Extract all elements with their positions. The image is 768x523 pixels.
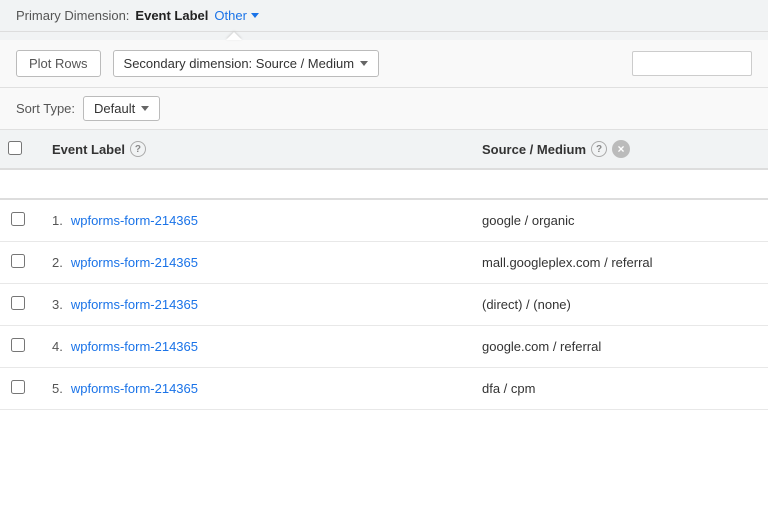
- sort-select[interactable]: Default: [83, 96, 160, 121]
- select-all-checkbox[interactable]: [8, 141, 22, 155]
- sort-chevron-icon: [141, 106, 149, 111]
- row-event-label-value[interactable]: wpforms-form-214365: [71, 339, 198, 354]
- row-source-medium-cell: dfa / cpm: [466, 368, 768, 410]
- row-checkbox[interactable]: [11, 296, 25, 310]
- secondary-dim-label: Secondary dimension: Source / Medium: [124, 56, 355, 71]
- data-table: Event Label ? Source / Medium ? × 1. wpfo…: [0, 130, 768, 410]
- row-checkbox-cell: [0, 326, 36, 368]
- row-event-label-value[interactable]: wpforms-form-214365: [71, 381, 198, 396]
- sort-default-label: Default: [94, 101, 135, 116]
- row-number: 2.: [52, 255, 63, 270]
- header-event-label: Event Label ?: [36, 130, 466, 169]
- source-medium-help-icon[interactable]: ?: [591, 141, 607, 157]
- row-source-medium-cell: (direct) / (none): [466, 284, 768, 326]
- row-number: 4.: [52, 339, 63, 354]
- table-row: 3. wpforms-form-214365 (direct) / (none): [0, 284, 768, 326]
- controls-row: Plot Rows Secondary dimension: Source / …: [0, 40, 768, 88]
- row-event-label-cell: 1. wpforms-form-214365: [36, 199, 466, 242]
- other-label: Other: [214, 8, 247, 23]
- row-source-medium-cell: mall.googleplex.com / referral: [466, 242, 768, 284]
- row-event-label-cell: 3. wpforms-form-214365: [36, 284, 466, 326]
- caret-up-icon: [226, 32, 242, 40]
- row-event-label-value[interactable]: wpforms-form-214365: [71, 297, 198, 312]
- row-event-label-value[interactable]: wpforms-form-214365: [71, 255, 198, 270]
- graph-area: [0, 169, 768, 199]
- table-row: 2. wpforms-form-214365 mall.googleplex.com…: [0, 242, 768, 284]
- row-checkbox-cell: [0, 199, 36, 242]
- primary-dimension-bar: Primary Dimension: Event Label Other: [0, 0, 768, 32]
- source-medium-close-icon[interactable]: ×: [612, 140, 630, 158]
- row-event-label-cell: 2. wpforms-form-214365: [36, 242, 466, 284]
- row-event-label-cell: 4. wpforms-form-214365: [36, 326, 466, 368]
- row-checkbox[interactable]: [11, 338, 25, 352]
- header-source-medium: Source / Medium ? ×: [466, 130, 768, 169]
- table-row: 5. wpforms-form-214365 dfa / cpm: [0, 368, 768, 410]
- secondary-dimension-select[interactable]: Secondary dimension: Source / Medium: [113, 50, 380, 77]
- secondary-dim-chevron-icon: [360, 61, 368, 66]
- primary-dimension-value: Event Label: [135, 8, 208, 23]
- table-row: 1. wpforms-form-214365 google / organic: [0, 199, 768, 242]
- row-number: 5.: [52, 381, 63, 396]
- chevron-down-icon: [251, 13, 259, 18]
- caret-up-container: [0, 32, 768, 40]
- row-checkbox-cell: [0, 368, 36, 410]
- row-checkbox[interactable]: [11, 380, 25, 394]
- row-checkbox[interactable]: [11, 254, 25, 268]
- table-header-row: Event Label ? Source / Medium ? ×: [0, 130, 768, 169]
- graph-placeholder-row: [0, 169, 768, 199]
- row-checkbox-cell: [0, 242, 36, 284]
- source-medium-col-header: Source / Medium: [482, 142, 586, 157]
- other-dropdown[interactable]: Other: [214, 8, 259, 23]
- row-event-label-cell: 5. wpforms-form-214365: [36, 368, 466, 410]
- primary-dimension-label: Primary Dimension:: [16, 8, 129, 23]
- event-label-col-header: Event Label: [52, 142, 125, 157]
- sort-type-label: Sort Type:: [16, 101, 75, 116]
- event-label-help-icon[interactable]: ?: [130, 141, 146, 157]
- row-source-medium-cell: google / organic: [466, 199, 768, 242]
- table-row: 4. wpforms-form-214365 google.com / referr…: [0, 326, 768, 368]
- search-input[interactable]: [632, 51, 752, 76]
- row-event-label-value[interactable]: wpforms-form-214365: [71, 213, 198, 228]
- sort-row: Sort Type: Default: [0, 88, 768, 130]
- row-checkbox-cell: [0, 284, 36, 326]
- row-number: 3.: [52, 297, 63, 312]
- row-number: 1.: [52, 213, 63, 228]
- row-source-medium-cell: google.com / referral: [466, 326, 768, 368]
- header-checkbox-col: [0, 130, 36, 169]
- plot-rows-button[interactable]: Plot Rows: [16, 50, 101, 77]
- row-checkbox[interactable]: [11, 212, 25, 226]
